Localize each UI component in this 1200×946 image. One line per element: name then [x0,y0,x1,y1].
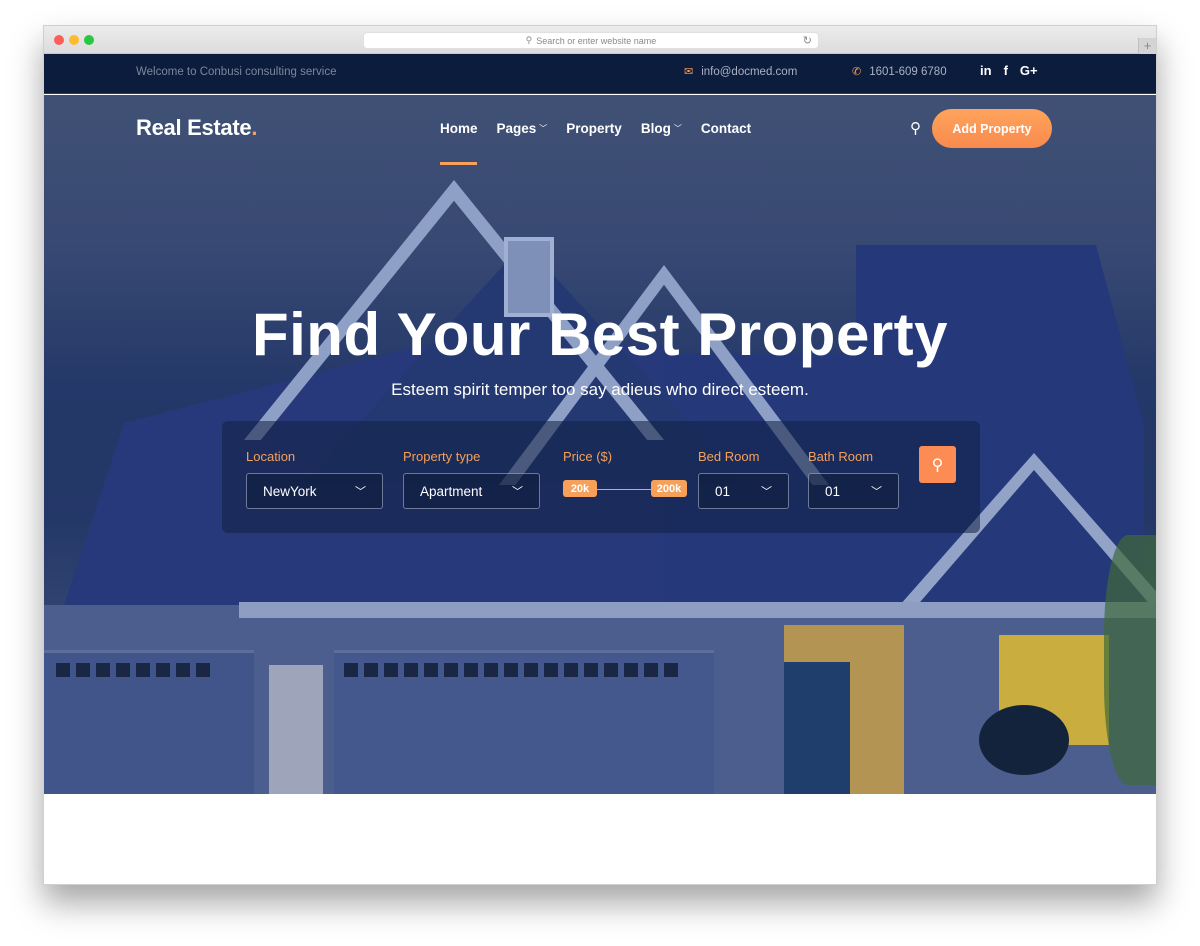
linkedin-icon[interactable]: in [980,63,992,78]
maximize-window-button[interactable] [84,35,94,45]
price-field: Price ($) 20k 200k [563,449,687,509]
bed-room-value: 01 [715,483,731,499]
chevron-down-icon: ﹀ [512,486,523,498]
nav-item-pages[interactable]: Pages ﹀ [497,121,548,136]
chevron-down-icon: ﹀ [355,486,366,498]
nav-item-label: Contact [700,121,752,136]
new-tab-button[interactable]: + [1138,38,1156,54]
address-bar[interactable]: ⚲ Search or enter website name ↻ [363,32,819,49]
nav-item-label: Home [440,121,478,136]
property-type-field: Property type Apartment ﹀ [403,449,540,509]
nav-menu: Home Pages ﹀ Property Blog ﹀ Contact [440,121,751,165]
property-type-value: Apartment [420,483,483,499]
price-min-handle[interactable]: 20k [563,480,597,497]
site-logo[interactable]: Real Estate. [136,115,257,141]
chevron-down-icon: ﹀ [761,486,772,498]
bath-room-label: Bath Room [808,449,874,464]
property-search-panel: Location NewYork ﹀ Property type Apartme… [222,421,980,533]
price-range-slider[interactable]: 20k 200k [563,473,687,509]
bed-room-select[interactable]: 01 ﹀ [698,473,789,509]
add-property-button[interactable]: Add Property [932,109,1052,148]
house-front-door [784,662,850,794]
bath-room-value: 01 [825,483,841,499]
social-links: in f G+ [980,63,1038,78]
nav-item-label: Pages [496,121,537,136]
logo-text: Real Estate [136,115,252,140]
close-window-button[interactable] [54,35,64,45]
browser-titlebar: ⚲ Search or enter website name ↻ + [44,26,1156,54]
chevron-down-icon: ﹀ [673,124,682,133]
logo-dot: . [251,115,258,140]
bed-room-label: Bed Room [698,449,760,464]
garage-windows-right [344,663,678,677]
nav-item-property[interactable]: Property [566,121,622,136]
google-plus-icon[interactable]: G+ [1020,63,1038,78]
contact-phone[interactable]: ✆ 1601-609 6780 [852,65,947,79]
envelope-icon: ✉ [684,66,694,78]
bath-room-select[interactable]: 01 ﹀ [808,473,899,509]
magnifier-icon: ⚲ [525,35,533,45]
facebook-icon[interactable]: f [1004,63,1008,78]
reload-icon[interactable]: ↻ [803,34,812,47]
welcome-text: Welcome to Conbusi consulting service [136,66,337,78]
hero-subtitle: Esteem spirit temper too say adieus who … [391,380,809,399]
contact-email[interactable]: ✉ info@docmed.com [684,65,797,79]
browser-window: ⚲ Search or enter website name ↻ + Welco… [43,25,1157,885]
location-field: Location NewYork ﹀ [246,449,383,509]
phone-text[interactable]: 1601-609 6780 [869,66,946,78]
search-icon[interactable]: ⚲ [910,119,921,137]
search-submit-button[interactable]: ⚲ [919,446,956,483]
house-pillar [269,665,323,794]
location-select[interactable]: NewYork ﹀ [246,473,383,509]
garage-windows-left [56,663,210,677]
nav-item-label: Blog [640,121,671,136]
address-placeholder: Search or enter website name [536,35,657,46]
house-facade-band [239,602,1156,618]
hero-title: Find Your Best Property [251,301,949,368]
nav-item-blog[interactable]: Blog ﹀ [641,121,682,136]
house-tree-foliage [1104,535,1156,785]
main-navigation: Real Estate. Home Pages ﹀ Property Blog … [44,95,1156,165]
location-value: NewYork [263,483,317,499]
chevron-down-icon: ﹀ [539,124,548,133]
location-label: Location [246,449,296,464]
house-shrub [979,705,1069,775]
property-type-select[interactable]: Apartment ﹀ [403,473,540,509]
search-icon: ⚲ [931,456,944,474]
phone-icon: ✆ [852,66,862,78]
nav-item-contact[interactable]: Contact [701,121,751,136]
minimize-window-button[interactable] [69,35,79,45]
nav-item-home[interactable]: Home [440,121,478,165]
email-text[interactable]: info@docmed.com [701,66,797,78]
price-range-track [593,489,657,490]
property-type-label: Property type [403,449,481,464]
price-label: Price ($) [563,449,613,464]
bath-room-field: Bath Room 01 ﹀ [808,449,899,509]
top-info-bar: Welcome to Conbusi consulting service ✉ … [44,54,1156,94]
nav-item-label: Property [566,121,622,136]
hero-section: Real Estate. Home Pages ﹀ Property Blog … [44,95,1156,794]
chevron-down-icon: ﹀ [871,486,882,498]
price-max-handle[interactable]: 200k [651,480,687,497]
bed-room-field: Bed Room 01 ﹀ [698,449,789,509]
